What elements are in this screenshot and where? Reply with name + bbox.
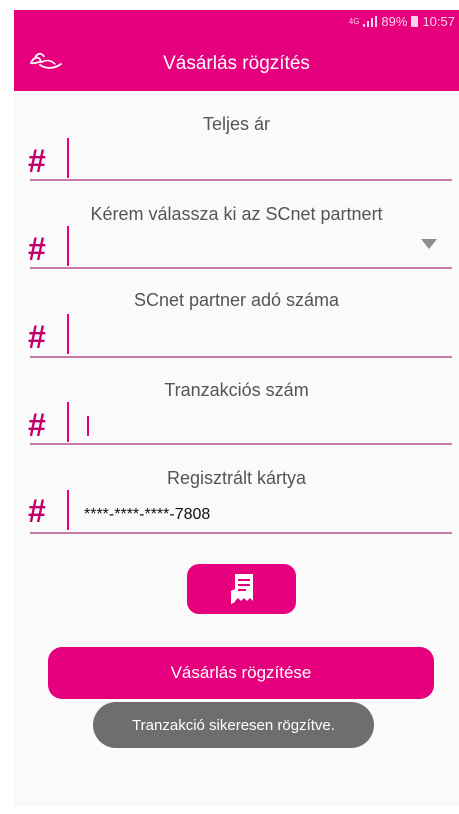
field-underline [30, 356, 452, 358]
field-underline [30, 443, 452, 445]
field-underline [30, 179, 452, 181]
chevron-down-icon[interactable] [421, 239, 437, 249]
status-bar: 4G 89% 10:57 [14, 10, 459, 34]
hash-icon: # [28, 319, 46, 355]
transaction-number-label: Tranzakciós szám [164, 380, 309, 400]
total-price-field[interactable]: Teljes ár # [14, 114, 459, 184]
toolbar: Vásárlás rögzítés [14, 34, 459, 91]
partner-select-field[interactable]: Kérem válassza ki az SCnet partnert # [14, 204, 459, 274]
hash-icon: # [28, 231, 46, 267]
clock: 10:57 [422, 14, 455, 29]
field-divider [67, 402, 69, 442]
field-divider [67, 490, 69, 530]
toast-message: Tranzakció sikeresen rögzítve. [93, 702, 374, 748]
app-screen: 4G 89% 10:57 Vásárlás rögzítés Teljes ár… [14, 10, 459, 806]
field-underline [30, 532, 452, 534]
signal-icon [363, 16, 378, 27]
page-title: Vásárlás rögzítés [163, 53, 310, 74]
hash-icon: # [28, 143, 46, 179]
field-divider [67, 138, 69, 178]
receipt-icon [230, 574, 253, 604]
card-label: Regisztrált kártya [166, 468, 307, 488]
tax-number-field[interactable]: SCnet partner adó száma # [14, 290, 459, 360]
network-type: 4G [348, 16, 360, 26]
hash-icon: # [28, 493, 46, 529]
card-value[interactable]: ****-****-****-7808 [84, 506, 210, 524]
field-divider [67, 226, 69, 266]
transaction-number-field[interactable]: Tranzakciós szám # [14, 380, 459, 450]
hash-icon: # [28, 407, 46, 443]
partner-select-label: Kérem válassza ki az SCnet partnert [90, 204, 383, 224]
battery-icon [411, 16, 419, 27]
total-price-label: Teljes ár [202, 114, 271, 134]
submit-purchase-button[interactable]: Vásárlás rögzítése [48, 647, 434, 699]
text-cursor [87, 416, 89, 436]
card-field[interactable]: Regisztrált kártya # ****-****-****-7808 [14, 468, 459, 538]
field-divider [67, 314, 69, 354]
receipt-button[interactable] [187, 564, 296, 614]
tax-number-label: SCnet partner adó száma [133, 290, 340, 310]
field-underline [30, 267, 452, 269]
battery-level: 89% [381, 14, 408, 29]
